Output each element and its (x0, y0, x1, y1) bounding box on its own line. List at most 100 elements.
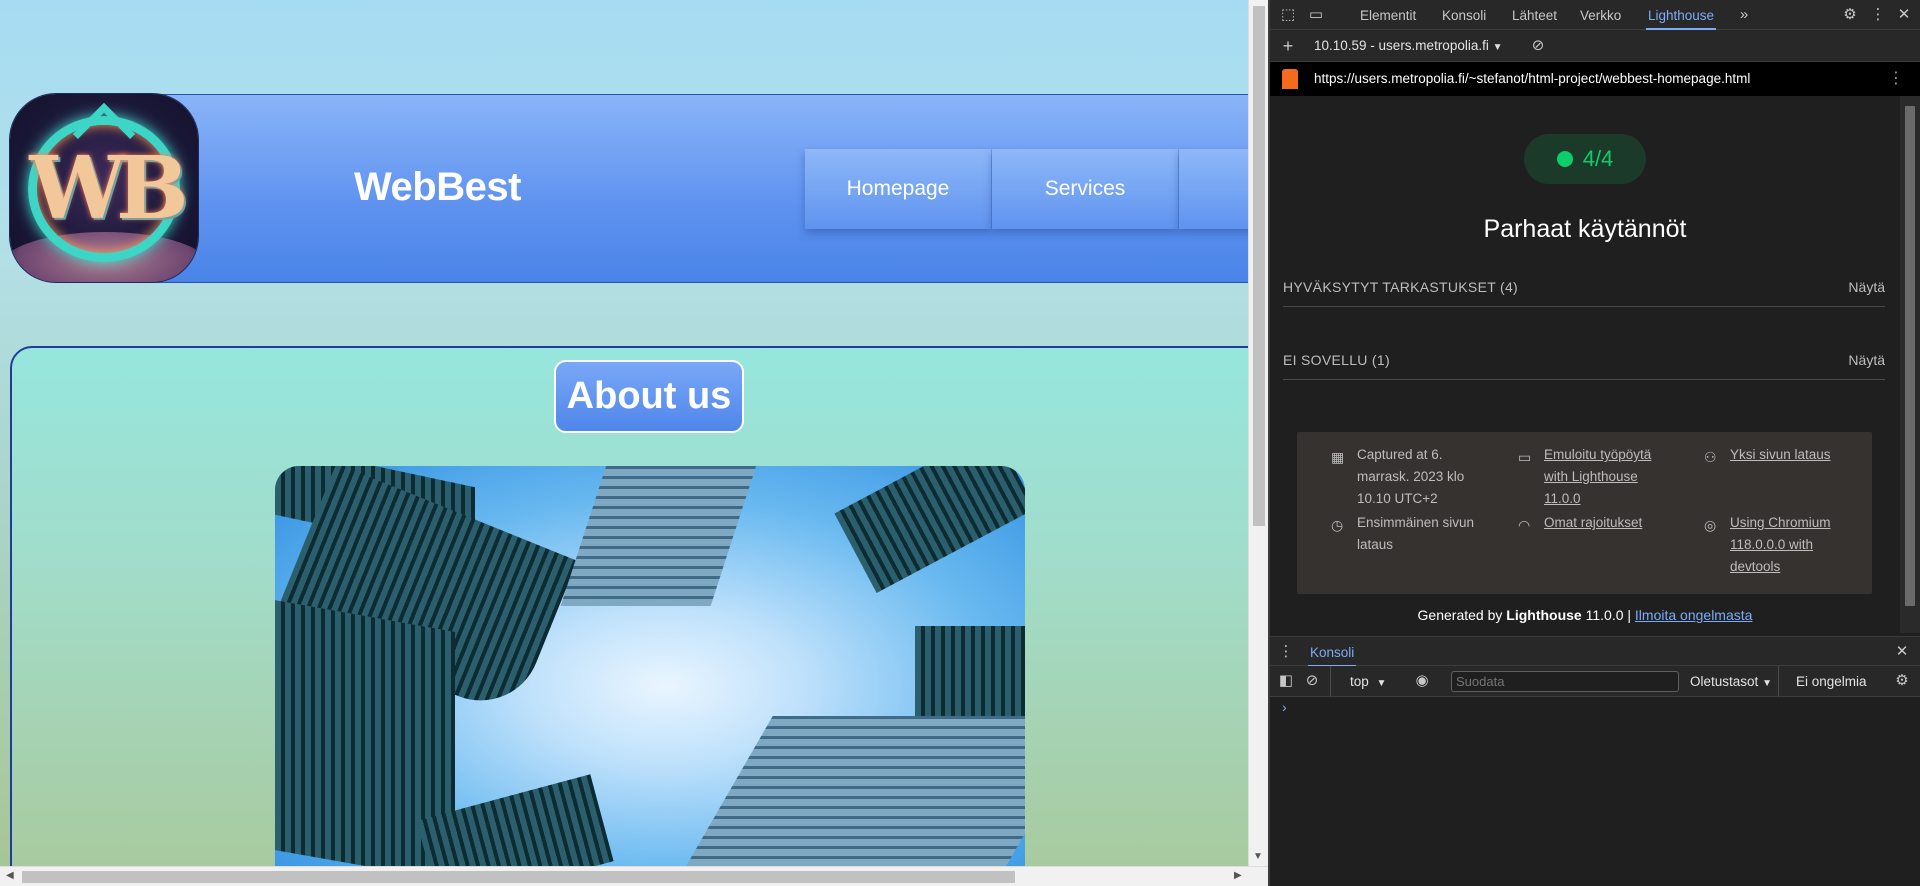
nav-services-button[interactable]: Services (992, 149, 1178, 229)
console-filter-input[interactable] (1451, 671, 1679, 692)
single-page-load[interactable]: ⚇ Yksi sivun lataus (1704, 444, 1850, 466)
kebab-menu-icon[interactable]: ⋮ (1866, 0, 1890, 30)
calendar-icon: ▦ (1331, 449, 1345, 465)
building (560, 466, 760, 606)
console-settings-gear-icon[interactable]: ⚙ (1890, 666, 1914, 696)
building (657, 716, 1025, 866)
drawer-menu-icon[interactable]: ⋮ (1274, 637, 1298, 667)
device-icon: ▭ (1518, 449, 1532, 465)
runtime-settings-box: ▦ Captured at 6. marrask. 2023 klo 10.10… (1297, 432, 1872, 594)
nav-homepage-button[interactable]: Homepage (805, 149, 991, 229)
clear-reports-icon[interactable]: ⊘ (1526, 31, 1550, 61)
report-url-bar: https://users.metropolia.fi/~stefanot/ht… (1270, 62, 1920, 96)
report-selector[interactable]: 10.10.59 - users.metropolia.fi ▼ (1314, 38, 1503, 53)
new-report-plus-icon[interactable]: + (1276, 31, 1300, 61)
console-prompt-icon: › (1282, 699, 1287, 715)
scroll-left-icon[interactable]: ◀ (6, 870, 14, 881)
report-footer: Generated by Lighthouse 11.0.0 | Ilmoita… (1270, 607, 1900, 623)
scrollbar-thumb[interactable] (1905, 106, 1915, 606)
tab-lighthouse[interactable]: Lighthouse (1646, 0, 1717, 30)
live-expression-eye-icon[interactable]: ◉ (1410, 666, 1434, 696)
first-load: ◷ Ensimmäinen sivun lataus (1331, 512, 1487, 556)
tab-console[interactable]: Konsoli (1442, 0, 1486, 30)
emulated-desktop[interactable]: ▭ Emuloitu työpöytä with Lighthouse 11.0… (1518, 444, 1662, 510)
custom-throttling[interactable]: ◠ Omat rajoitukset (1518, 512, 1662, 534)
page-vertical-scrollbar[interactable]: ▼ (1248, 0, 1268, 866)
log-levels-label: Oletustasot (1690, 674, 1759, 689)
captured-at: ▦ Captured at 6. marrask. 2023 klo 10.10… (1331, 444, 1487, 510)
chromium-version-text: Using Chromium 118.0.0.0 with devtools (1730, 515, 1831, 574)
logo-monogram: WB (29, 138, 188, 239)
footer-prefix: Generated by (1417, 607, 1503, 623)
emulated-desktop-text: Emuloitu työpöytä with Lighthouse 11.0.0 (1544, 447, 1652, 506)
captured-at-text: Captured at 6. marrask. 2023 klo 10.10 U… (1357, 447, 1465, 506)
report-menu-icon[interactable]: ⋮ (1888, 68, 1904, 88)
toolbar-divider (1778, 666, 1779, 697)
score-value: 4/4 (1582, 146, 1614, 171)
drawer-tab-console[interactable]: Konsoli (1308, 637, 1357, 667)
chromium-icon: ◎ (1704, 517, 1717, 533)
device-toolbar-icon[interactable]: ▭ (1304, 0, 1328, 30)
site-logo[interactable]: WB (10, 94, 198, 282)
chromium-version[interactable]: ◎ Using Chromium 118.0.0.0 with devtools (1704, 512, 1850, 578)
footer-version: 11.0.0 | (1585, 607, 1632, 623)
drawer-tab-bar: ⋮ Konsoli ✕ (1270, 636, 1920, 667)
devtools-tab-bar: ⬚ ▭ Elementit Konsoli Lähteet Verkko Lig… (1270, 0, 1920, 30)
score-badge: 4/4 (1524, 134, 1646, 184)
timer-icon: ◷ (1331, 517, 1344, 533)
report-scrollbar[interactable] (1900, 96, 1920, 633)
show-button[interactable]: Näytä (1848, 352, 1885, 368)
lighthouse-toolbar: + 10.10.59 - users.metropolia.fi ▼ ⊘ (1270, 30, 1920, 62)
chevron-down-icon: ▼ (1762, 678, 1772, 689)
context-label: top (1350, 674, 1369, 689)
custom-throttling-text: Omat rajoitukset (1544, 515, 1643, 530)
tab-sources[interactable]: Lähteet (1512, 0, 1557, 30)
issues-counter[interactable]: Ei ongelmia (1796, 674, 1867, 689)
console-output[interactable]: › (1270, 697, 1920, 886)
nav-contact-button[interactable]: C (1179, 149, 1248, 229)
context-selector[interactable]: top ▼ (1350, 674, 1386, 689)
tab-network[interactable]: Verkko (1580, 0, 1621, 30)
scrollbar-thumb[interactable] (22, 871, 1015, 883)
site-title: WebBest (354, 165, 521, 209)
page-horizontal-scrollbar[interactable]: ◀ ▶ (0, 866, 1268, 886)
score-pass-icon (1556, 151, 1573, 167)
passed-audits-row[interactable]: HYVÄKSYTYT TARKASTUKSET (4) Näytä (1283, 267, 1885, 307)
inspect-element-icon[interactable]: ⬚ (1276, 0, 1300, 30)
about-heading: About us (554, 360, 744, 433)
chevron-down-icon: ▼ (1492, 42, 1503, 53)
more-tabs-icon[interactable]: » (1732, 0, 1756, 30)
lighthouse-report: 4/4 Parhaat käytännöt HYVÄKSYTYT TARKAST… (1270, 96, 1900, 633)
log-levels-dropdown[interactable]: Oletustasot ▼ (1690, 674, 1772, 689)
building (915, 626, 1025, 716)
report-url[interactable]: https://users.metropolia.fi/~stefanot/ht… (1314, 71, 1750, 86)
scrollbar-thumb[interactable] (1253, 6, 1265, 526)
sidebar-toggle-icon[interactable]: ◧ (1274, 666, 1298, 696)
web-page-viewport: WB WebBest Homepage Services C About us (0, 0, 1248, 866)
tab-elements[interactable]: Elementit (1360, 0, 1416, 30)
scroll-right-icon[interactable]: ▶ (1234, 870, 1242, 881)
show-button[interactable]: Näytä (1848, 279, 1885, 295)
report-selector-label: 10.10.59 - users.metropolia.fi (1314, 38, 1489, 53)
scroll-down-icon[interactable]: ▼ (1253, 851, 1263, 862)
wifi-icon: ◠ (1518, 517, 1531, 533)
not-applicable-row[interactable]: EI SOVELLU (1) Näytä (1283, 340, 1885, 380)
close-devtools-icon[interactable]: ✕ (1892, 0, 1916, 30)
skyscrapers-image (275, 466, 1025, 866)
audit-group-label: EI SOVELLU (1) (1283, 352, 1390, 368)
category-title: Parhaat käytännöt (1483, 215, 1687, 243)
settings-gear-icon[interactable]: ⚙ (1838, 0, 1862, 30)
footer-brand: Lighthouse (1506, 607, 1582, 623)
report-issue-link[interactable]: Ilmoita ongelmasta (1635, 607, 1753, 623)
clear-console-icon[interactable]: ⊘ (1300, 666, 1324, 696)
first-load-text: Ensimmäinen sivun lataus (1357, 515, 1475, 552)
building (834, 466, 1025, 593)
console-toolbar: ◧ ⊘ top ▼ ◉ Oletustasot ▼ Ei ongelmia ⚙ (1270, 666, 1920, 697)
toolbar-divider (1330, 666, 1331, 697)
people-icon: ⚇ (1704, 449, 1717, 465)
close-drawer-icon[interactable]: ✕ (1890, 637, 1914, 667)
devtools-panel: ⬚ ▭ Elementit Konsoli Lähteet Verkko Lig… (1270, 0, 1920, 886)
chevron-down-icon: ▼ (1376, 678, 1387, 689)
single-page-load-text: Yksi sivun lataus (1730, 447, 1831, 462)
lighthouse-icon (1282, 69, 1298, 89)
